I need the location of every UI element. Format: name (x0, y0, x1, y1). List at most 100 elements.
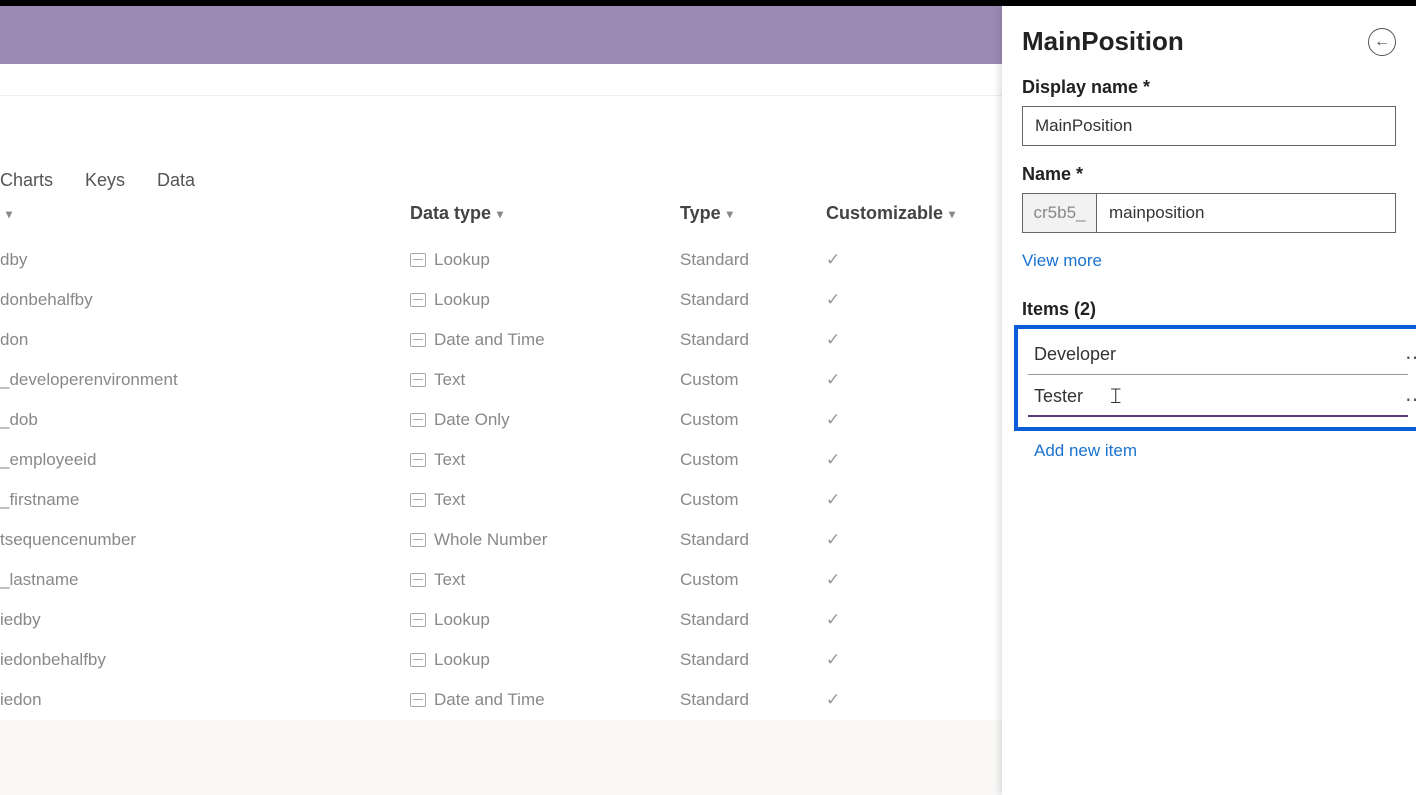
check-icon: ✓ (826, 410, 840, 429)
choice-item-input[interactable] (1028, 377, 1408, 417)
cell-type: Standard (680, 330, 826, 350)
name-input[interactable] (1096, 193, 1396, 233)
check-icon: ✓ (826, 370, 840, 389)
cell-type: Custom (680, 570, 826, 590)
cell-datatype: Date Only (410, 410, 680, 430)
cell-type: Standard (680, 530, 826, 550)
cell-customizable: ✓ (826, 610, 966, 630)
view-more-link[interactable]: View more (1022, 251, 1396, 271)
cell-type: Custom (680, 370, 826, 390)
datatype-icon (410, 693, 426, 707)
datatype-icon (410, 253, 426, 267)
check-icon: ✓ (826, 330, 840, 349)
check-icon: ✓ (826, 610, 840, 629)
chevron-down-icon: ▾ (6, 207, 12, 221)
cell-customizable: ✓ (826, 370, 966, 390)
cell-datatype: Text (410, 570, 680, 590)
cell-datatype: Lookup (410, 290, 680, 310)
cell-datatype: Date and Time (410, 330, 680, 350)
column-header-type[interactable]: Type ▾ (680, 203, 826, 224)
datatype-icon (410, 333, 426, 347)
display-name-label: Display name * (1022, 77, 1396, 98)
cell-customizable: ✓ (826, 250, 966, 270)
cell-customizable: ✓ (826, 650, 966, 670)
check-icon: ✓ (826, 690, 840, 709)
cell-type: Standard (680, 650, 826, 670)
tab-keys[interactable]: Keys (85, 170, 125, 191)
datatype-icon (410, 653, 426, 667)
check-icon: ✓ (826, 650, 840, 669)
cell-datatype: Text (410, 370, 680, 390)
choice-item-input[interactable] (1028, 335, 1408, 375)
datatype-icon (410, 453, 426, 467)
arrow-left-icon: ← (1374, 33, 1390, 51)
check-icon: ✓ (826, 490, 840, 509)
check-icon: ✓ (826, 450, 840, 469)
check-icon: ✓ (826, 250, 840, 269)
cell-name: iedby (0, 610, 410, 630)
items-label: Items (2) (1022, 299, 1396, 320)
more-icon[interactable]: ⋯ (1405, 345, 1416, 370)
cell-customizable: ✓ (826, 530, 966, 550)
cell-name: don (0, 330, 410, 350)
choice-column-panel: MainPosition ← Display name * Name * cr5… (1002, 6, 1416, 795)
datatype-icon (410, 613, 426, 627)
cell-name: iedonbehalfby (0, 650, 410, 670)
cell-datatype: Date and Time (410, 690, 680, 710)
cell-name: _dob (0, 410, 410, 430)
more-icon[interactable]: ⋯ (1405, 387, 1416, 412)
cell-datatype: Text (410, 490, 680, 510)
cell-customizable: ✓ (826, 690, 966, 710)
items-highlight-box: ⋯ ⋯ 𝙸 (1014, 325, 1416, 431)
cell-datatype: Whole Number (410, 530, 680, 550)
cell-datatype: Text (410, 450, 680, 470)
check-icon: ✓ (826, 290, 840, 309)
display-name-input[interactable] (1022, 106, 1396, 146)
cell-customizable: ✓ (826, 410, 966, 430)
cell-customizable: ✓ (826, 330, 966, 350)
add-new-item-link[interactable]: Add new item (1022, 441, 1396, 461)
chevron-down-icon: ▾ (949, 207, 955, 221)
column-header-customizable[interactable]: Customizable ▾ (826, 203, 966, 224)
cell-type: Standard (680, 290, 826, 310)
column-header-datatype[interactable]: Data type ▾ (410, 203, 680, 224)
check-icon: ✓ (826, 570, 840, 589)
cell-datatype: Lookup (410, 250, 680, 270)
chevron-down-icon: ▾ (727, 207, 733, 221)
cell-name: _lastname (0, 570, 410, 590)
cell-name: iedon (0, 690, 410, 710)
cell-customizable: ✓ (826, 450, 966, 470)
cell-datatype: Lookup (410, 610, 680, 630)
cell-name: tsequencenumber (0, 530, 410, 550)
choice-item-row: ⋯ 𝙸 (1028, 377, 1408, 419)
cell-type: Standard (680, 610, 826, 630)
datatype-icon (410, 293, 426, 307)
back-button[interactable]: ← (1368, 28, 1396, 56)
datatype-icon (410, 573, 426, 587)
cell-type: Custom (680, 450, 826, 470)
datatype-icon (410, 493, 426, 507)
cell-customizable: ✓ (826, 570, 966, 590)
choice-item-row: ⋯ (1028, 335, 1408, 377)
cell-type: Standard (680, 250, 826, 270)
tab-charts[interactable]: Charts (0, 170, 53, 191)
check-icon: ✓ (826, 530, 840, 549)
column-header-name[interactable]: ▾ (0, 203, 410, 224)
datatype-icon (410, 533, 426, 547)
datatype-icon (410, 413, 426, 427)
cell-name: dby (0, 250, 410, 270)
tab-data[interactable]: Data (157, 170, 195, 191)
chevron-down-icon: ▾ (497, 207, 503, 221)
cell-name: _employeeid (0, 450, 410, 470)
panel-title: MainPosition (1022, 26, 1184, 57)
cell-type: Custom (680, 410, 826, 430)
cell-name: _developerenvironment (0, 370, 410, 390)
cell-type: Custom (680, 490, 826, 510)
cell-customizable: ✓ (826, 290, 966, 310)
cell-name: _firstname (0, 490, 410, 510)
name-prefix: cr5b5_ (1022, 193, 1096, 233)
cell-datatype: Lookup (410, 650, 680, 670)
name-label: Name * (1022, 164, 1396, 185)
cell-type: Standard (680, 690, 826, 710)
cell-customizable: ✓ (826, 490, 966, 510)
